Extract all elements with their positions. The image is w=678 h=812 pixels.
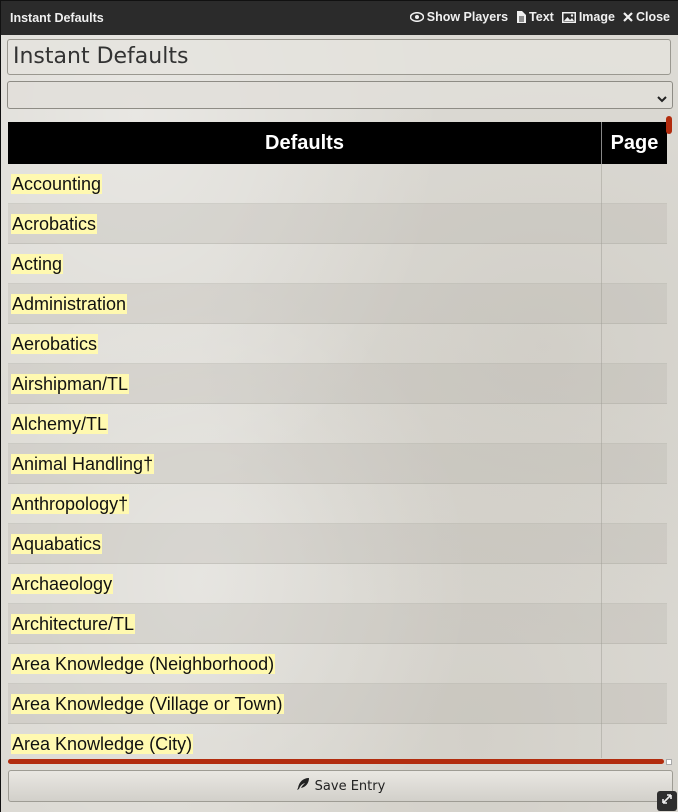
default-cell: Area Knowledge (City) bbox=[8, 724, 601, 758]
page-cell bbox=[601, 204, 667, 244]
dialog-content: Instant Defaults Defaults Page Accountin… bbox=[1, 35, 678, 812]
default-text: Anthropology† bbox=[11, 494, 130, 514]
column-header-page: Page bbox=[601, 122, 667, 164]
page-cell bbox=[601, 484, 667, 524]
default-text: Aquabatics bbox=[11, 534, 103, 554]
dialog-window: Instant Defaults Show Players Text Image bbox=[0, 0, 678, 812]
category-select[interactable] bbox=[7, 81, 673, 109]
page-cell bbox=[601, 284, 667, 324]
resize-handle[interactable] bbox=[657, 791, 677, 811]
document-icon bbox=[516, 11, 527, 23]
default-text: Architecture/TL bbox=[11, 614, 136, 634]
title-actions: Show Players Text Image Close bbox=[409, 10, 670, 24]
page-cell bbox=[601, 444, 667, 484]
table-header: Defaults Page bbox=[8, 122, 667, 164]
default-cell: Area Knowledge (Neighborhood) bbox=[8, 644, 601, 684]
defaults-table: Defaults Page Accounting Acrobatics Acti… bbox=[8, 122, 667, 758]
feather-icon bbox=[296, 777, 310, 795]
table-row[interactable]: Airshipman/TL bbox=[8, 364, 667, 404]
default-text: Accounting bbox=[11, 174, 103, 194]
page-cell bbox=[601, 644, 667, 684]
show-players-label: Show Players bbox=[426, 10, 509, 24]
table-row[interactable]: Accounting bbox=[8, 164, 667, 204]
default-cell: Acting bbox=[8, 244, 601, 284]
image-icon bbox=[561, 11, 576, 23]
default-cell: Architecture/TL bbox=[8, 604, 601, 644]
table-row[interactable]: Administration bbox=[8, 284, 667, 324]
table-row[interactable]: Area Knowledge (City) bbox=[8, 724, 667, 758]
default-text: Area Knowledge (City) bbox=[11, 734, 194, 754]
scrollbar-corner bbox=[666, 759, 672, 765]
image-label: Image bbox=[578, 10, 615, 24]
vertical-scrollbar[interactable] bbox=[666, 116, 672, 134]
default-cell: Animal Handling† bbox=[8, 444, 601, 484]
page-cell bbox=[601, 684, 667, 724]
page-cell bbox=[601, 164, 667, 204]
default-cell: Archaeology bbox=[8, 564, 601, 604]
table-row[interactable]: Animal Handling† bbox=[8, 444, 667, 484]
column-header-defaults: Defaults bbox=[265, 132, 344, 154]
page-cell bbox=[601, 604, 667, 644]
table-row[interactable]: Area Knowledge (Village or Town) bbox=[8, 684, 667, 724]
table-row[interactable]: Acting bbox=[8, 244, 667, 284]
default-text: Airshipman/TL bbox=[11, 374, 130, 394]
default-text: Area Knowledge (Neighborhood) bbox=[11, 654, 276, 674]
close-icon bbox=[623, 12, 633, 22]
close-button[interactable]: Close bbox=[623, 10, 670, 24]
default-cell: Acrobatics bbox=[8, 204, 601, 244]
window-title: Instant Defaults bbox=[10, 11, 104, 25]
horizontal-scrollbar[interactable] bbox=[8, 759, 664, 764]
default-cell: Accounting bbox=[8, 164, 601, 204]
chevron-down-icon bbox=[657, 90, 667, 108]
default-text: Acting bbox=[11, 254, 64, 274]
show-players-button[interactable]: Show Players bbox=[409, 10, 509, 24]
page-cell bbox=[601, 364, 667, 404]
table-row[interactable]: Aquabatics bbox=[8, 524, 667, 564]
default-text: Alchemy/TL bbox=[11, 414, 109, 434]
default-cell: Alchemy/TL bbox=[8, 404, 601, 444]
default-cell: Area Knowledge (Village or Town) bbox=[8, 684, 601, 724]
default-cell: Airshipman/TL bbox=[8, 364, 601, 404]
default-cell: Aerobatics bbox=[8, 324, 601, 364]
default-text: Archaeology bbox=[11, 574, 114, 594]
table-row[interactable]: Acrobatics bbox=[8, 204, 667, 244]
page-cell bbox=[601, 724, 667, 758]
default-text: Acrobatics bbox=[11, 214, 98, 234]
close-label: Close bbox=[635, 10, 670, 24]
default-cell: Anthropology† bbox=[8, 484, 601, 524]
table-row[interactable]: Archaeology bbox=[8, 564, 667, 604]
entry-name-input[interactable]: Instant Defaults bbox=[7, 39, 671, 75]
default-text: Administration bbox=[11, 294, 128, 314]
resize-icon bbox=[661, 792, 673, 810]
table-row[interactable]: Area Knowledge (Neighborhood) bbox=[8, 644, 667, 684]
default-text: Aerobatics bbox=[11, 334, 99, 354]
default-text: Animal Handling† bbox=[11, 454, 155, 474]
table-row[interactable]: Architecture/TL bbox=[8, 604, 667, 644]
title-bar[interactable]: Instant Defaults Show Players Text Image bbox=[1, 1, 678, 35]
page-cell bbox=[601, 564, 667, 604]
table-row[interactable]: Aerobatics bbox=[8, 324, 667, 364]
save-entry-button[interactable]: Save Entry bbox=[8, 770, 673, 802]
default-text: Area Knowledge (Village or Town) bbox=[11, 694, 284, 714]
eye-icon bbox=[409, 12, 424, 22]
save-entry-label: Save Entry bbox=[314, 778, 386, 794]
table-row[interactable]: Alchemy/TL bbox=[8, 404, 667, 444]
page-cell bbox=[601, 324, 667, 364]
default-cell: Aquabatics bbox=[8, 524, 601, 564]
page-cell bbox=[601, 404, 667, 444]
table-row[interactable]: Anthropology† bbox=[8, 484, 667, 524]
text-button[interactable]: Text bbox=[516, 10, 554, 24]
table-body: Accounting Acrobatics Acting Administrat… bbox=[8, 164, 667, 758]
page-cell bbox=[601, 244, 667, 284]
default-cell: Administration bbox=[8, 284, 601, 324]
text-label: Text bbox=[529, 10, 554, 24]
page-cell bbox=[601, 524, 667, 564]
image-button[interactable]: Image bbox=[561, 10, 615, 24]
